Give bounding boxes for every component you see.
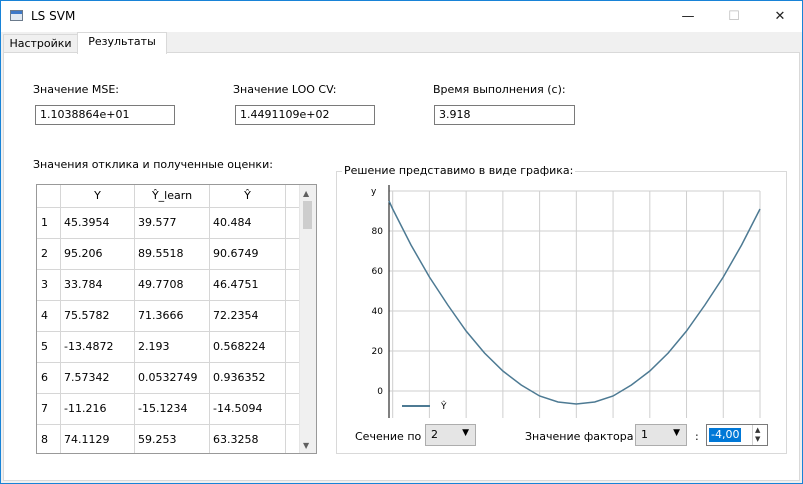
chart-legend: Ŷ (402, 400, 447, 412)
corner-cell (37, 185, 61, 207)
cell-y[interactable]: 74.1129 (61, 425, 135, 453)
cell-y-learn[interactable]: 2.193 (135, 332, 210, 362)
factor-label: Значение фактора (525, 430, 634, 443)
mse-label: Значение MSE: (33, 83, 119, 96)
tab-results[interactable]: Результаты (77, 32, 167, 54)
row-number: 3 (37, 270, 61, 300)
cell-y-learn[interactable]: 49.7708 (135, 270, 210, 300)
table-row[interactable]: 3 33.784 49.7708 46.4751 (37, 270, 301, 301)
cell-y-hat[interactable]: 90.6749 (210, 239, 286, 269)
cell-y-learn[interactable]: 0.0532749 (135, 363, 210, 393)
cell-y[interactable]: 45.3954 (61, 208, 135, 238)
table-row[interactable]: 5 -13.4872 2.193 0.568224 (37, 332, 301, 363)
table-row[interactable]: 4 75.5782 71.3666 72.2354 (37, 301, 301, 332)
row-number: 1 (37, 208, 61, 238)
close-button[interactable]: ✕ (757, 1, 803, 32)
app-icon (10, 10, 23, 21)
cell-y-hat[interactable]: 0.568224 (210, 332, 286, 362)
spin-down-arrow-icon[interactable]: ▼ (755, 435, 760, 443)
column-header-y-learn[interactable]: Ŷ_learn (135, 185, 210, 207)
row-number: 6 (37, 363, 61, 393)
table-row[interactable]: 2 95.206 89.5518 90.6749 (37, 239, 301, 270)
y-tick-label: 40 (372, 307, 384, 317)
cell-y[interactable]: 75.5782 (61, 301, 135, 331)
factor-combobox-value: 1 (641, 428, 648, 441)
y-tick-label: 80 (372, 227, 384, 237)
section-combobox-value: 2 (431, 428, 438, 441)
spinbox-value[interactable]: -4,00 (709, 428, 742, 442)
tab-bar: Настройки Результаты (1, 32, 802, 54)
cell-y-learn[interactable]: 39.577 (135, 208, 210, 238)
row-number: 2 (37, 239, 61, 269)
table-row[interactable]: 8 74.1129 59.253 63.3258 (37, 425, 301, 453)
cell-y-learn[interactable]: 71.3666 (135, 301, 210, 331)
app-window: LS SVM — ☐ ✕ Настройки Результаты Значен… (0, 0, 803, 484)
loo-label: Значение LOO CV: (233, 83, 337, 96)
table-row[interactable]: 7 -11.216 -15.1234 -14.5094 (37, 394, 301, 425)
title-bar: LS SVM — ☐ ✕ (1, 1, 802, 32)
results-table[interactable]: Y Ŷ_learn Ŷ 1 45.3954 39.577 40.484 2 95… (36, 184, 317, 454)
section-label: Сечение по (355, 430, 422, 443)
cell-y-hat[interactable]: -14.5094 (210, 394, 286, 424)
y-tick-label: 20 (372, 347, 384, 357)
cell-y-hat[interactable]: 46.4751 (210, 270, 286, 300)
column-header-y[interactable]: Y (61, 185, 135, 207)
scroll-down-arrow-icon[interactable]: ▼ (303, 441, 309, 450)
cell-y-hat[interactable]: 72.2354 (210, 301, 286, 331)
row-number: 5 (37, 332, 61, 362)
cell-y-learn[interactable]: 59.253 (135, 425, 210, 453)
results-panel: Значение MSE: 1.1038864e+01 Значение LOO… (3, 52, 800, 481)
table-row[interactable]: 6 7.57342 0.0532749 0.936352 (37, 363, 301, 394)
section-combobox[interactable]: 2 ▼ (425, 424, 476, 446)
solution-chart: -10-8-6-4-202468-20020406080 y x (371, 185, 761, 418)
minimize-button[interactable]: — (665, 1, 711, 32)
factor-colon: : (695, 430, 699, 443)
legend-label: Ŷ (440, 400, 447, 412)
cell-y[interactable]: 7.57342 (61, 363, 135, 393)
y-axis-letter: y (371, 187, 377, 197)
chevron-down-icon: ▼ (462, 428, 469, 438)
scroll-up-arrow-icon[interactable]: ▲ (303, 189, 309, 198)
cell-y[interactable]: -13.4872 (61, 332, 135, 362)
chart-caption: Решение представимо в виде графика: (342, 164, 576, 177)
window-title: LS SVM (31, 9, 76, 23)
time-field[interactable]: 3.918 (434, 105, 575, 125)
table-caption: Значения отклика и полученные оценки: (33, 158, 273, 171)
row-number: 4 (37, 301, 61, 331)
cell-y-hat[interactable]: 40.484 (210, 208, 286, 238)
y-tick-label: 0 (377, 387, 383, 397)
cell-y[interactable]: 33.784 (61, 270, 135, 300)
cell-y[interactable]: -11.216 (61, 394, 135, 424)
time-label: Время выполнения (c): (433, 83, 566, 96)
table-vertical-scrollbar[interactable]: ▲ ▼ (299, 185, 316, 453)
row-number: 8 (37, 425, 61, 453)
table-header: Y Ŷ_learn Ŷ (37, 185, 301, 208)
loo-field[interactable]: 1.4491109e+02 (235, 105, 375, 125)
factor-spinbox[interactable]: -4,00 ▲ ▼ (706, 424, 768, 446)
scroll-thumb[interactable] (303, 201, 312, 229)
cell-y-hat[interactable]: 63.3258 (210, 425, 286, 453)
spinbox-buttons: ▲ ▼ (752, 425, 767, 445)
table-row[interactable]: 1 45.3954 39.577 40.484 (37, 208, 301, 239)
factor-combobox[interactable]: 1 ▼ (635, 424, 687, 446)
tab-settings[interactable]: Настройки (3, 34, 78, 53)
row-number: 7 (37, 394, 61, 424)
cell-y[interactable]: 95.206 (61, 239, 135, 269)
maximize-button[interactable]: ☐ (711, 1, 757, 32)
mse-field[interactable]: 1.1038864e+01 (35, 105, 175, 125)
spin-up-arrow-icon[interactable]: ▲ (755, 426, 760, 434)
chevron-down-icon: ▼ (673, 428, 680, 438)
column-header-y-hat[interactable]: Ŷ (210, 185, 286, 207)
cell-y-hat[interactable]: 0.936352 (210, 363, 286, 393)
y-tick-label: 60 (372, 267, 384, 277)
cell-y-learn[interactable]: 89.5518 (135, 239, 210, 269)
cell-y-learn[interactable]: -15.1234 (135, 394, 210, 424)
